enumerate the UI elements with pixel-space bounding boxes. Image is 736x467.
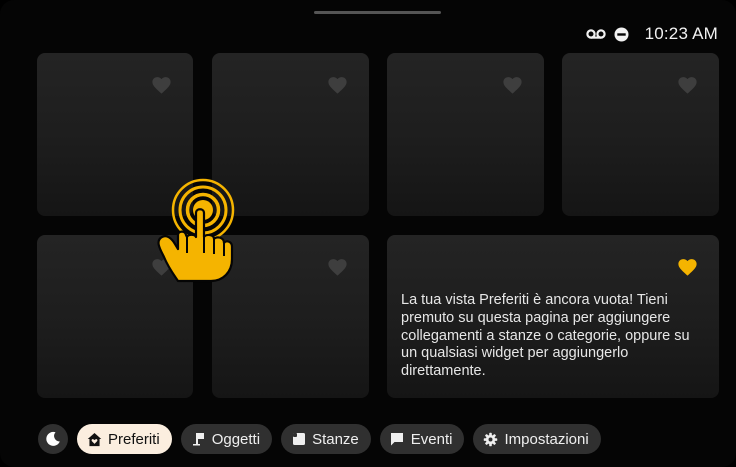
voicemail-icon: [585, 28, 606, 40]
favorite-slot-3[interactable]: [387, 53, 544, 216]
do-not-disturb-icon: [614, 27, 629, 42]
home-heart-icon: [87, 432, 102, 447]
lamp-icon: [191, 432, 206, 447]
heart-icon[interactable]: [678, 77, 697, 94]
tab-label: Stanze: [312, 430, 359, 448]
night-mode-button[interactable]: [38, 424, 68, 454]
clock: 10:23 AM: [644, 24, 718, 43]
tab-label: Preferiti: [108, 430, 160, 448]
tab-impostazioni[interactable]: Impostazioni: [473, 424, 601, 454]
heart-icon[interactable]: [152, 77, 171, 94]
pull-down-handle[interactable]: [314, 11, 441, 14]
heart-icon[interactable]: [328, 77, 347, 94]
heart-icon[interactable]: [503, 77, 522, 94]
tab-preferiti[interactable]: Preferiti: [77, 424, 172, 454]
tab-label: Oggetti: [211, 430, 261, 448]
gear-icon: [483, 432, 498, 447]
room-icon: [291, 432, 306, 447]
tab-stanze[interactable]: Stanze: [281, 424, 371, 454]
empty-favorites-message: La tua vista Preferiti è ancora vuota! T…: [401, 292, 690, 380]
chat-icon: [390, 432, 405, 447]
tap-and-hold-hand-icon: [157, 178, 235, 283]
bottom-navigation: Preferiti Oggetti Stanze Eventi Impostaz…: [38, 424, 601, 454]
tab-label: Impostazioni: [504, 430, 589, 448]
status-bar: 10:23 AM: [585, 24, 718, 44]
favorite-slot-4[interactable]: [562, 53, 719, 216]
moon-icon: [46, 431, 60, 446]
heart-icon[interactable]: [328, 259, 347, 276]
heart-icon[interactable]: [678, 259, 697, 276]
tab-label: Eventi: [410, 430, 453, 448]
tab-oggetti[interactable]: Oggetti: [180, 424, 273, 454]
tab-eventi[interactable]: Eventi: [379, 424, 465, 454]
empty-favorites-card[interactable]: La tua vista Preferiti è ancora vuota! T…: [387, 235, 719, 398]
favorites-screen[interactable]: 10:23 AM La tua vista Preferiti è ancora…: [0, 0, 736, 467]
